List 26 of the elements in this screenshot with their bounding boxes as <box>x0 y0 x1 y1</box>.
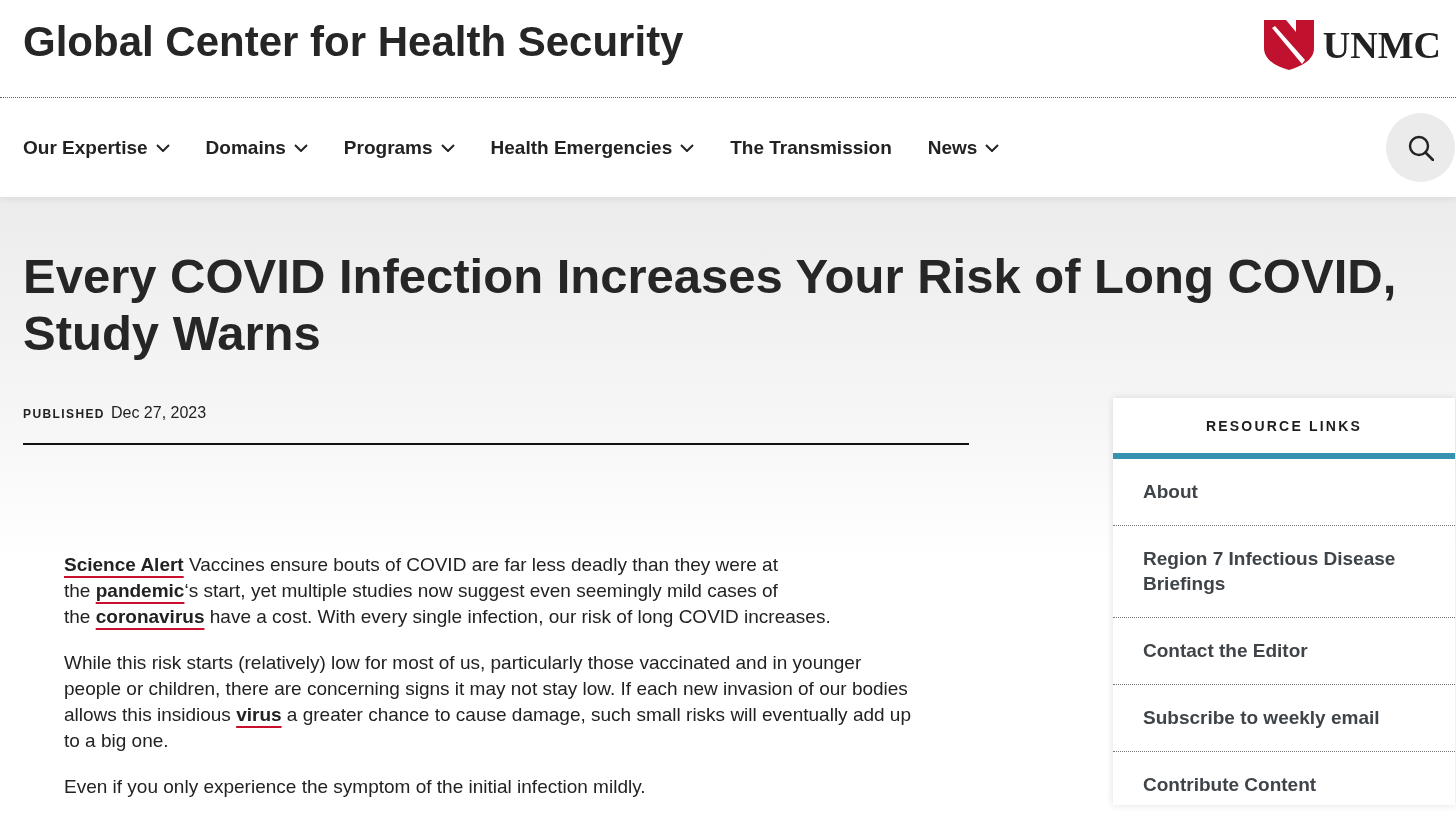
nav-menu-item[interactable]: Our Expertise <box>23 136 170 159</box>
article-title: Every COVID Infection Increases Your Risk of Long COVID, Study Warns <box>22 248 1398 362</box>
resource-link[interactable]: Contact the Editor <box>1113 618 1455 685</box>
article-link[interactable]: virus <box>236 704 282 725</box>
search-icon <box>1407 134 1434 161</box>
article-paragraph: Even if you only experience the symptom of the initial infection mildly. <box>64 775 647 799</box>
shield-logo-icon <box>1263 19 1314 70</box>
resource-link[interactable]: Contribute Content <box>1113 752 1455 805</box>
article-paragraph: Science Alert Vaccines ensure bouts of COVID are far less deadly than they were at the pandemic‘s start, yet multiple studies now suggest even seemingly mild cases of the coronavirus have a cost. With every single infection, our risk of long COVID increases. <box>64 553 832 629</box>
nav-menu-item[interactable]: Programs <box>343 136 455 159</box>
nav-menu-item[interactable]: Health Emergencies <box>490 136 695 159</box>
resource-link[interactable]: About <box>1113 459 1455 526</box>
article-link[interactable]: Science Alert <box>64 554 184 575</box>
logo-text: UNMC <box>1322 24 1441 65</box>
article-paragraph: While this risk starts (relatively) low for most of us, particularly those vaccinated and in younger people or children, there are concerning signs it may not stay low. If each new invasion of our bodies allows this insidious virus a greater chance to cause damage, such small risks will eventually add up to a big one. <box>64 651 912 753</box>
resource-link[interactable]: Subscribe to weekly email <box>1113 685 1455 752</box>
site-title[interactable]: Global Center for Health Security <box>23 16 684 67</box>
published-label: PUBLISHED <box>23 406 105 423</box>
article-link[interactable]: coronavirus <box>95 606 205 627</box>
nav-menu-item[interactable]: News <box>927 136 1000 159</box>
published-date: Dec 27, 2023 <box>110 403 207 423</box>
resource-link[interactable]: Region 7 Infectious Disease Briefings <box>1113 526 1455 618</box>
panel-heading: RESOURCE LINKS <box>1204 416 1363 436</box>
nav-menu-item[interactable]: The Transmission <box>730 136 892 159</box>
article-link[interactable]: pandemic <box>95 580 185 601</box>
nav-menu-item[interactable]: Domains <box>205 136 308 159</box>
